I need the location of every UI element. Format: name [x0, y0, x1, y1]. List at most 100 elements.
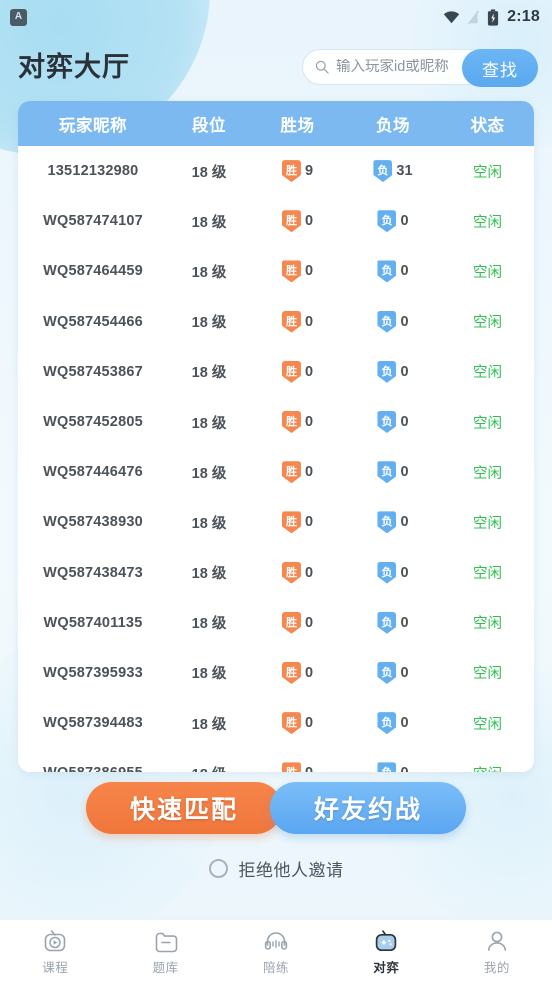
- cell-player-name: WQ587395933: [43, 664, 143, 681]
- lose-shield-icon: 负: [377, 611, 397, 634]
- cell-wins: 胜0: [250, 411, 345, 434]
- table-row[interactable]: WQ587438930 18 级胜 0 负 0 空闲: [18, 497, 534, 547]
- cell-rank: 18 级: [191, 264, 227, 281]
- table-row[interactable]: WQ587394483 18 级胜 0 负 0 空闲: [18, 698, 534, 748]
- table-row[interactable]: WQ587438473 18 级胜 0 负 0 空闲: [18, 548, 534, 598]
- reject-invites-radio[interactable]: [208, 859, 228, 878]
- win-count: 0: [304, 213, 314, 230]
- win-shield-icon: 胜: [281, 210, 301, 233]
- cell-losses: 负0: [345, 310, 441, 333]
- cell-wins: 胜0: [250, 561, 345, 584]
- page-header: 对弈大厅 查找: [0, 34, 552, 92]
- person-icon: [484, 928, 510, 954]
- lose-count: 0: [400, 765, 408, 772]
- nav-item-对弈[interactable]: 对弈: [331, 928, 441, 976]
- table-row[interactable]: 13512132980 18 级胜 9 负 31 空闲: [18, 146, 534, 196]
- column-header-status: 状态: [470, 116, 505, 135]
- cell-rank: 18 级: [191, 666, 227, 683]
- cell-wins: 胜0: [250, 360, 345, 383]
- lose-count: 0: [400, 514, 409, 531]
- cell-status: 空闲: [473, 716, 502, 733]
- cell-rank: 18 级: [191, 365, 227, 382]
- table-row[interactable]: WQ587452805 18 级胜 0 负 0 空闲: [18, 397, 534, 447]
- win-shield-icon: 胜: [281, 310, 301, 333]
- lose-shield-icon: 负: [377, 511, 397, 534]
- cell-player-name: WQ587452805: [43, 414, 143, 431]
- friend-battle-button[interactable]: 好友约战: [270, 782, 466, 834]
- nav-item-题库[interactable]: 题库: [110, 928, 220, 976]
- nav-item-陪练[interactable]: 陪练: [221, 928, 331, 976]
- search-box[interactable]: 查找: [302, 49, 538, 87]
- table-row[interactable]: WQ58738695518 级胜0负0空闲: [18, 748, 534, 772]
- table-row[interactable]: WQ587474107 18 级胜 0 负 0 空闲: [18, 196, 534, 246]
- bottom-navigation: 课程 题库 陪练 对弈 我的: [0, 919, 552, 983]
- cell-rank: 18 级: [191, 214, 227, 231]
- lose-count: 0: [400, 564, 409, 581]
- lose-count: 0: [400, 464, 409, 481]
- column-header-rank: 段位: [192, 116, 226, 135]
- win-count: 0: [304, 363, 314, 380]
- lose-shield-icon: 负: [377, 310, 397, 333]
- lose-shield-icon: 负: [373, 160, 393, 183]
- cell-player-name: WQ587474107: [43, 213, 143, 230]
- app-screen: A 2:18 对弈大厅 查找: [0, 0, 552, 983]
- cell-rank: 18 级: [191, 616, 227, 633]
- table-row[interactable]: WQ587395933 18 级胜 0 负 0 空闲: [18, 648, 534, 698]
- table-row[interactable]: WQ587401135 18 级胜 0 负 0 空闲: [18, 598, 534, 648]
- cell-status: 空闲: [473, 465, 502, 482]
- cell-status: 空闲: [473, 515, 502, 532]
- cell-player-name: WQ587453867: [43, 363, 143, 380]
- search-submit-button[interactable]: 查找: [462, 49, 538, 87]
- lose-count: 0: [400, 715, 409, 732]
- battery-charging-icon: [488, 8, 499, 26]
- column-header-wins: 胜场: [280, 116, 315, 135]
- lose-shield-icon: 负: [377, 762, 397, 772]
- cell-wins: 胜0: [250, 712, 345, 735]
- table-row[interactable]: WQ587453867 18 级胜 0 负 0 空闲: [18, 347, 534, 397]
- win-count: 0: [304, 414, 314, 431]
- cell-losses: 负0: [345, 210, 441, 233]
- win-count: 0: [304, 263, 314, 280]
- reject-invites-row[interactable]: 拒绝他人邀请: [0, 856, 552, 881]
- cell-wins: 胜0: [250, 611, 345, 634]
- cell-rank: 18 级: [191, 515, 227, 532]
- cell-status: 空闲: [473, 415, 502, 432]
- wifi-icon: [443, 11, 460, 24]
- cell-status: 空闲: [473, 365, 502, 382]
- action-buttons: 快速匹配 好友约战: [0, 782, 552, 844]
- win-count: 0: [304, 564, 314, 581]
- cell-rank: 18 级: [168, 763, 250, 772]
- cell-player-name: WQ587438930: [43, 514, 143, 531]
- win-shield-icon: 胜: [281, 561, 301, 584]
- quick-match-button[interactable]: 快速匹配: [86, 782, 282, 834]
- column-header-name: 玩家昵称: [59, 116, 127, 135]
- player-list-card: 玩家昵称 段位 胜场 负场 状态 13512132980 18 级胜 9 负 31 空闲 W…: [18, 101, 534, 772]
- table-row[interactable]: WQ587446476 18 级胜 0 负 0 空闲: [18, 447, 534, 497]
- status-bar-right: 2:18: [443, 8, 540, 26]
- lose-shield-icon: 负: [377, 561, 397, 584]
- cell-wins: 胜0: [250, 310, 345, 333]
- nav-item-课程[interactable]: 课程: [0, 928, 110, 976]
- signal-off-icon: [468, 10, 480, 24]
- lose-count: 0: [400, 363, 409, 380]
- win-shield-icon: 胜: [281, 511, 301, 534]
- win-count: 9: [304, 163, 314, 180]
- cell-status: 空闲: [473, 214, 502, 231]
- win-count: 0: [304, 664, 314, 681]
- status-bar: A 2:18: [0, 0, 552, 34]
- lose-count: 31: [396, 163, 413, 180]
- table-row[interactable]: WQ587464459 18 级胜 0 负 0 空闲: [18, 246, 534, 296]
- win-shield-icon: 胜: [281, 762, 301, 772]
- cell-losses: 负0: [345, 561, 441, 584]
- cell-wins: 胜0: [250, 210, 345, 233]
- cell-status: 空闲: [473, 666, 502, 683]
- nav-label: 我的: [483, 960, 510, 975]
- cell-losses: 负0: [345, 661, 441, 684]
- lose-shield-icon: 负: [377, 360, 397, 383]
- win-count: 0: [304, 313, 314, 330]
- cell-losses: 负0: [345, 762, 441, 772]
- table-row[interactable]: WQ587454466 18 级胜 0 负 0 空闲: [18, 297, 534, 347]
- nav-item-我的[interactable]: 我的: [442, 928, 552, 976]
- player-list-body[interactable]: 13512132980 18 级胜 9 负 31 空闲 WQ587474107 18 级胜0负…: [18, 146, 534, 772]
- column-header-losses: 负场: [376, 116, 410, 135]
